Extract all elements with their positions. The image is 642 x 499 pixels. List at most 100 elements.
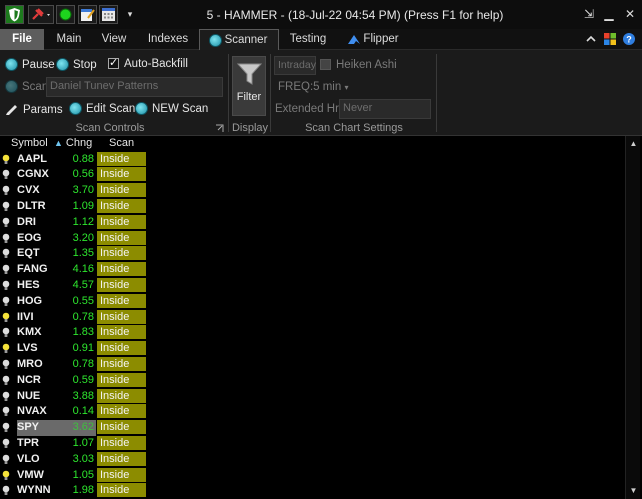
app-shield-icon[interactable]: [5, 5, 24, 24]
table-row[interactable]: HES 4.57 Inside: [0, 277, 146, 294]
freq-dropdown[interactable]: FREQ:5 min ▾: [278, 81, 348, 93]
stop-button[interactable]: Stop: [56, 58, 97, 71]
extended-hrs-field[interactable]: Never: [339, 99, 431, 119]
table-row[interactable]: VLO 3.03 Inside: [0, 451, 146, 468]
symbol-cell[interactable]: SPY: [17, 420, 67, 436]
symbol-cell[interactable]: NUE: [17, 389, 67, 405]
table-row[interactable]: CGNX 0.56 Inside: [0, 167, 146, 183]
quick-access-dropdown-icon[interactable]: ▾: [121, 6, 139, 22]
edit-scan-button[interactable]: Edit Scan: [69, 102, 135, 115]
dialog-launcher-icon[interactable]: [215, 124, 224, 133]
table-row[interactable]: EOG 3.20 Inside: [0, 230, 146, 247]
table-row[interactable]: MRO 0.78 Inside: [0, 356, 146, 373]
auto-backfill-check[interactable]: [108, 56, 119, 69]
column-header-chng[interactable]: ▲ Chng: [54, 136, 98, 151]
vertical-scrollbar[interactable]: ▲ ▼: [625, 136, 640, 499]
minimize-icon[interactable]: ▁: [600, 6, 618, 22]
symbol-cell[interactable]: DLTR: [17, 199, 67, 215]
table-row[interactable]: NCR 0.59 Inside: [0, 372, 146, 389]
table-row[interactable]: KMX 1.83 Inside: [0, 325, 146, 341]
symbol-cell[interactable]: HES: [17, 278, 67, 294]
lightbulb-icon[interactable]: [2, 248, 10, 259]
auto-backfill-checkbox[interactable]: Auto-Backfill: [108, 56, 188, 70]
lightbulb-icon[interactable]: [2, 233, 10, 244]
tab-testing[interactable]: Testing: [285, 29, 331, 50]
symbol-cell[interactable]: MRO: [17, 357, 67, 373]
calendar-icon[interactable]: [99, 5, 118, 24]
pause-button[interactable]: Pause: [5, 58, 55, 71]
symbol-cell[interactable]: NVAX: [17, 404, 67, 420]
lightbulb-icon[interactable]: [2, 280, 10, 291]
lightbulb-icon[interactable]: [2, 217, 10, 228]
symbol-cell[interactable]: NCR: [17, 373, 67, 389]
symbol-cell[interactable]: LVS: [17, 341, 67, 357]
tab-scanner[interactable]: Scanner: [199, 29, 279, 50]
lightbulb-icon[interactable]: [2, 154, 10, 165]
lightbulb-icon[interactable]: [2, 391, 10, 402]
table-row[interactable]: DLTR 1.09 Inside: [0, 198, 146, 215]
scan-name-field[interactable]: Daniel Tunev Patterns: [46, 77, 223, 97]
lightbulb-icon[interactable]: [2, 470, 10, 481]
lightbulb-icon[interactable]: [2, 185, 10, 196]
symbol-cell[interactable]: VLO: [17, 452, 67, 468]
tab-flipper[interactable]: Flipper: [343, 29, 403, 50]
filter-button[interactable]: Filter: [232, 56, 266, 116]
table-row[interactable]: HOG 0.55 Inside: [0, 293, 146, 310]
heiken-ashi-checkbox[interactable]: Heiken Ashi: [320, 59, 397, 71]
table-row[interactable]: SPY 3.62 Inside: [0, 420, 146, 436]
params-button[interactable]: Params: [5, 102, 63, 116]
symbol-cell[interactable]: VMW: [17, 468, 67, 484]
column-header-scan[interactable]: Scan: [109, 136, 134, 151]
table-row[interactable]: NVAX 0.14 Inside: [0, 404, 146, 420]
intraday-button[interactable]: Intraday: [274, 56, 316, 75]
lightbulb-icon[interactable]: [2, 406, 10, 417]
column-header-symbol[interactable]: Symbol: [11, 136, 48, 151]
scroll-down-icon[interactable]: ▼: [626, 484, 641, 498]
symbol-cell[interactable]: DRI: [17, 215, 67, 231]
lightbulb-icon[interactable]: [2, 485, 10, 496]
lightbulb-icon[interactable]: [2, 343, 10, 354]
pin-icon[interactable]: [28, 5, 54, 24]
symbol-cell[interactable]: FANG: [17, 262, 67, 278]
tab-file[interactable]: File: [0, 29, 44, 50]
tab-indexes[interactable]: Indexes: [140, 29, 196, 50]
table-row[interactable]: EQT 1.35 Inside: [0, 246, 146, 262]
symbol-cell[interactable]: KMX: [17, 325, 67, 341]
symbol-cell[interactable]: EOG: [17, 231, 67, 247]
tab-main[interactable]: Main: [48, 29, 90, 50]
windows-layout-icon[interactable]: [603, 32, 617, 46]
table-row[interactable]: AAPL 0.88 Inside: [0, 151, 146, 168]
table-row[interactable]: IIVI 0.78 Inside: [0, 309, 146, 326]
record-icon[interactable]: [56, 5, 75, 24]
lightbulb-icon[interactable]: [2, 359, 10, 370]
table-row[interactable]: CVX 3.70 Inside: [0, 183, 146, 199]
table-row[interactable]: FANG 4.16 Inside: [0, 262, 146, 278]
tab-view[interactable]: View: [94, 29, 134, 50]
symbol-cell[interactable]: CGNX: [17, 167, 67, 183]
lightbulb-icon[interactable]: [2, 375, 10, 386]
symbol-cell[interactable]: CVX: [17, 183, 67, 199]
lightbulb-icon[interactable]: [2, 296, 10, 307]
new-scan-button[interactable]: NEW Scan: [135, 102, 208, 115]
symbol-cell[interactable]: TPR: [17, 436, 67, 452]
collapse-ribbon-icon[interactable]: [584, 32, 598, 46]
table-row[interactable]: NUE 3.88 Inside: [0, 388, 146, 405]
symbol-cell[interactable]: EQT: [17, 246, 67, 262]
close-icon[interactable]: ✕: [621, 6, 639, 22]
lightbulb-icon[interactable]: [2, 422, 10, 433]
table-row[interactable]: LVS 0.91 Inside: [0, 341, 146, 357]
symbol-cell[interactable]: IIVI: [17, 310, 67, 326]
table-row[interactable]: TPR 1.07 Inside: [0, 435, 146, 452]
symbol-cell[interactable]: HOG: [17, 294, 67, 310]
table-row[interactable]: DRI 1.12 Inside: [0, 214, 146, 231]
lightbulb-icon[interactable]: [2, 454, 10, 465]
table-row[interactable]: WYNN 1.98 Inside: [0, 483, 146, 499]
lightbulb-icon[interactable]: [2, 264, 10, 275]
scroll-up-icon[interactable]: ▲: [626, 137, 641, 151]
lightbulb-icon[interactable]: [2, 327, 10, 338]
lightbulb-icon[interactable]: [2, 169, 10, 180]
lightbulb-icon[interactable]: [2, 438, 10, 449]
table-row[interactable]: VMW 1.05 Inside: [0, 467, 146, 484]
symbol-cell[interactable]: WYNN: [17, 483, 67, 499]
lightbulb-icon[interactable]: [2, 312, 10, 323]
